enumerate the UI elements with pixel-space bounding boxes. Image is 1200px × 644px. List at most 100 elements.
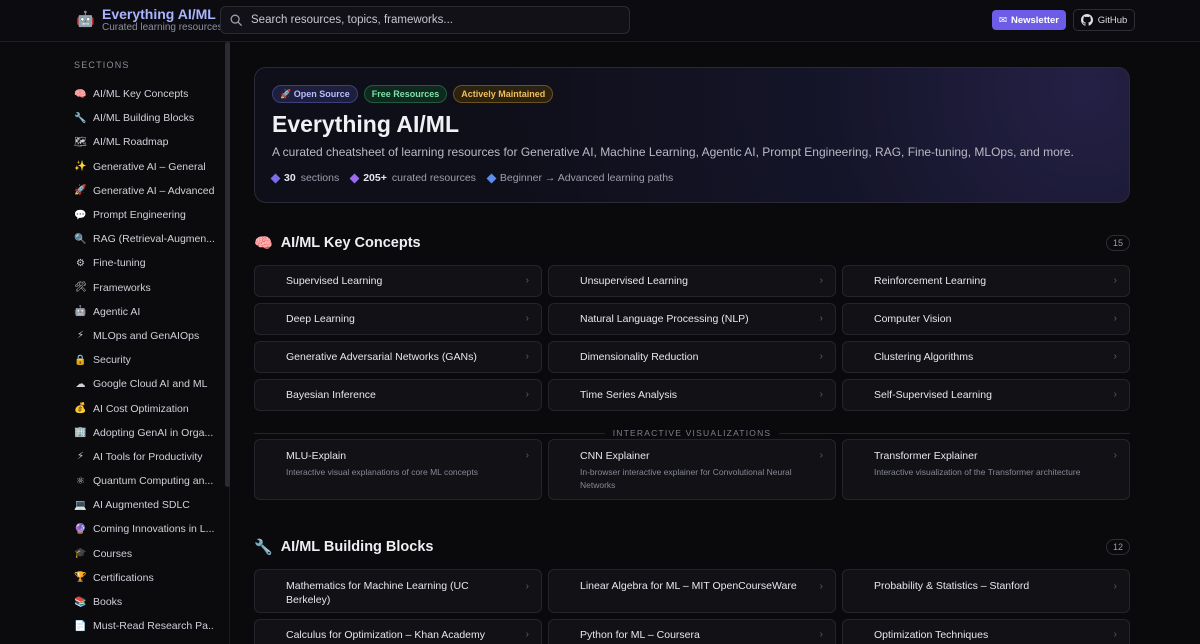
- resource-card[interactable]: Dimensionality Reduction ›: [548, 341, 836, 373]
- resource-card[interactable]: Time Series Analysis ›: [548, 379, 836, 411]
- sidebar-item[interactable]: 💻 AI Augmented SDLC: [74, 493, 214, 517]
- resource-card[interactable]: Calculus for Optimization – Khan Academy…: [254, 619, 542, 644]
- section-icon: 🗺: [74, 136, 87, 148]
- sidebar-item[interactable]: 🔍 RAG (Retrieval-Augmen...: [74, 227, 214, 251]
- card-title: Natural Language Processing (NLP): [580, 313, 749, 325]
- sidebar-item-label: Courses: [93, 547, 133, 560]
- chevron-right-icon: ›: [819, 389, 823, 400]
- resource-card[interactable]: Supervised Learning ›: [254, 265, 542, 297]
- card-title: Unsupervised Learning: [580, 275, 688, 287]
- resource-card[interactable]: Natural Language Processing (NLP) ›: [548, 303, 836, 335]
- brand[interactable]: 🤖 Everything AI/ML Curated learning reso…: [76, 6, 223, 34]
- sidebar-item[interactable]: ✨ Generative AI – General: [74, 155, 214, 179]
- sidebar-item-label: RAG (Retrieval-Augmen...: [93, 233, 214, 246]
- sidebar-item[interactable]: 💰 AI Cost Optimization: [74, 396, 214, 420]
- section-icon: 💰: [74, 403, 87, 415]
- card-title: Calculus for Optimization – Khan Academy: [286, 629, 486, 641]
- card-title: Transformer Explainer: [874, 450, 978, 462]
- resource-card[interactable]: Python for ML – Coursera ›: [548, 619, 836, 644]
- sidebar-item[interactable]: ⚡ MLOps and GenAIOps: [74, 324, 214, 348]
- sidebar-item[interactable]: 🛠 Frameworks: [74, 276, 214, 300]
- sidebar-item[interactable]: ⚙ Fine-tuning: [74, 251, 214, 275]
- brain-icon: 🧠: [254, 235, 273, 252]
- sidebar-item[interactable]: 💬 Prompt Engineering: [74, 203, 214, 227]
- chevron-right-icon: ›: [819, 351, 823, 362]
- newsletter-label: Newsletter: [1010, 14, 1060, 26]
- section-count-badge: 12: [1105, 539, 1130, 555]
- resource-card[interactable]: Bayesian Inference ›: [254, 379, 542, 411]
- key-concepts-grid: Supervised Learning › Unsupervised Learnin…: [254, 265, 1130, 411]
- chevron-right-icon: ›: [525, 629, 529, 640]
- brand-subtitle: Curated learning resources: [102, 22, 223, 33]
- chevron-right-icon: ›: [1113, 351, 1117, 362]
- resource-card[interactable]: Deep Learning ›: [254, 303, 542, 335]
- sidebar-item-label: Google Cloud AI and ML: [93, 378, 208, 391]
- search-box[interactable]: [220, 6, 630, 34]
- card-title: Reinforcement Learning: [874, 275, 987, 287]
- section-icon: 🧠: [74, 88, 87, 100]
- visualization-card[interactable]: CNN Explainer In-browser interactive expl…: [548, 439, 836, 500]
- chevron-right-icon: ›: [1113, 313, 1117, 324]
- chevron-right-icon: ›: [819, 450, 823, 461]
- sidebar-item[interactable]: 🏆 Certifications: [74, 566, 214, 590]
- section-icon: ⚡: [76, 451, 85, 463]
- chevron-right-icon: ›: [525, 450, 529, 461]
- resource-card[interactable]: Mathematics for Machine Learning (UC Ber…: [254, 569, 542, 613]
- section-title: AI/ML Building Blocks: [280, 539, 434, 555]
- visualization-card[interactable]: Transformer Explainer Interactive visuali…: [842, 439, 1130, 500]
- sidebar: SECTIONS 🧠 AI/ML Key Concepts 🔧 AI/ML Build…: [0, 42, 230, 644]
- card-title: Time Series Analysis: [580, 389, 678, 401]
- sidebar-item[interactable]: 📚 Books: [74, 590, 214, 614]
- resource-card[interactable]: Self-Supervised Learning ›: [842, 379, 1130, 411]
- sidebar-item[interactable]: 🔧 AI/ML Building Blocks: [74, 106, 214, 130]
- sidebar-item[interactable]: 🔒 Security: [74, 348, 214, 372]
- sidebar-list: 🧠 AI/ML Key Concepts 🔧 AI/ML Building Block…: [74, 82, 214, 638]
- stat-label: curated resources: [391, 172, 476, 184]
- sidebar-item[interactable]: 🎓 Courses: [74, 542, 214, 566]
- chevron-right-icon: ›: [525, 389, 529, 400]
- brand-text: Everything AI/ML Curated learning resour…: [102, 6, 223, 34]
- resource-card[interactable]: Reinforcement Learning ›: [842, 265, 1130, 297]
- sidebar-item-label: Adopting GenAI in Orga...: [93, 426, 214, 439]
- stat-label: Beginner → Advanced learning paths: [499, 172, 674, 184]
- section-icon: 🛠: [74, 282, 87, 294]
- sidebar-item[interactable]: ⚛ Quantum Computing an...: [74, 469, 214, 493]
- newsletter-button[interactable]: ✉ Newsletter: [992, 10, 1066, 30]
- card-title: Self-Supervised Learning: [874, 389, 992, 401]
- search-input[interactable]: [251, 14, 611, 26]
- sidebar-scrollbar[interactable]: [225, 42, 230, 487]
- resource-card[interactable]: Clustering Algorithms ›: [842, 341, 1130, 373]
- visualizations-grid: MLU-Explain Interactive visual explanatio…: [254, 439, 1130, 500]
- stat-value: 30: [284, 172, 296, 184]
- github-button[interactable]: GitHub: [1073, 9, 1135, 31]
- resource-card[interactable]: Generative Adversarial Networks (GANs) ›: [254, 341, 542, 373]
- section-header-key-concepts: 🧠 AI/ML Key Concepts 15: [254, 233, 1130, 253]
- sidebar-item[interactable]: 🏢 Adopting GenAI in Orga...: [74, 421, 214, 445]
- card-title: Dimensionality Reduction: [580, 351, 699, 363]
- sidebar-item-label: Coming Innovations in L...: [93, 523, 214, 536]
- resource-card[interactable]: Computer Vision ›: [842, 303, 1130, 335]
- visualization-card[interactable]: MLU-Explain Interactive visual explanatio…: [254, 439, 542, 500]
- resource-card[interactable]: Linear Algebra for ML – MIT OpenCourseWa…: [548, 569, 836, 613]
- sidebar-item[interactable]: 📄 Must-Read Research Pa...: [74, 614, 214, 638]
- actively-maintained-badge: Actively Maintained: [453, 85, 554, 103]
- sidebar-item[interactable]: 🧠 AI/ML Key Concepts: [74, 82, 214, 106]
- sidebar-item[interactable]: 🗺 AI/ML Roadmap: [74, 130, 214, 154]
- resource-card[interactable]: Probability & Statistics – Stanford ›: [842, 569, 1130, 613]
- sidebar-item[interactable]: ⚡ AI Tools for Productivity: [74, 445, 214, 469]
- section-icon: 🏢: [74, 427, 87, 439]
- chevron-right-icon: ›: [819, 581, 823, 592]
- chevron-right-icon: ›: [1113, 389, 1117, 400]
- section-icon: 🔮: [74, 523, 87, 535]
- sidebar-item[interactable]: ☁ Google Cloud AI and ML: [74, 372, 214, 396]
- sidebar-item-label: Books: [93, 596, 123, 609]
- diamond-icon: [270, 173, 281, 183]
- open-source-badge: 🚀 Open Source: [272, 85, 358, 103]
- github-icon: [1080, 14, 1093, 26]
- sidebar-item[interactable]: 🔮 Coming Innovations in L...: [74, 517, 214, 541]
- resource-card[interactable]: Unsupervised Learning ›: [548, 265, 836, 297]
- section-icon: ⚛: [76, 475, 85, 487]
- sidebar-item[interactable]: 🤖 Agentic AI: [74, 300, 214, 324]
- sidebar-item[interactable]: 🚀 Generative AI – Advanced: [74, 179, 214, 203]
- resource-card[interactable]: Optimization Techniques ›: [842, 619, 1130, 644]
